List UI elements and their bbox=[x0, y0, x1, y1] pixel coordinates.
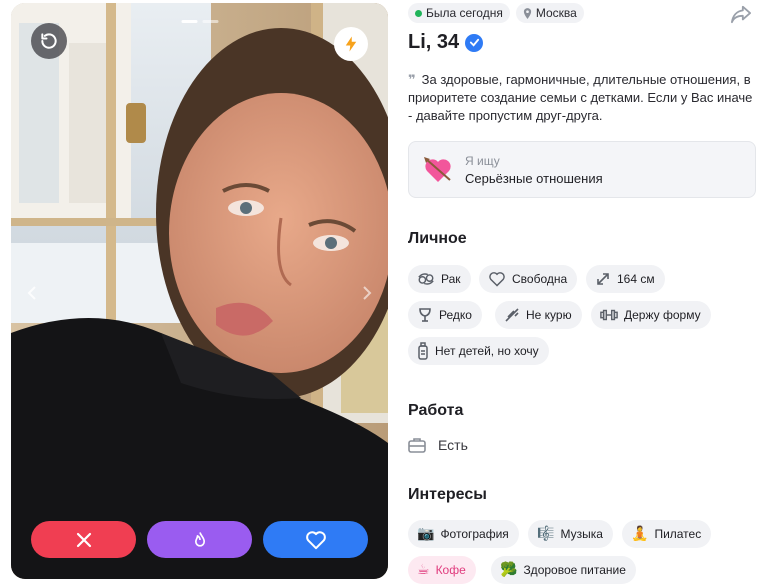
personal-chip-height: 164 см bbox=[586, 265, 665, 293]
personal-chip-drinking: Редко bbox=[408, 301, 482, 329]
height-arrows-icon bbox=[597, 273, 609, 285]
interest-chip-photography: 📷 Фотография bbox=[408, 520, 519, 548]
briefcase-icon bbox=[408, 438, 426, 453]
share-icon[interactable] bbox=[730, 4, 752, 24]
heart-icon bbox=[305, 530, 326, 549]
music-score-icon: 🎼 bbox=[537, 526, 555, 542]
heart-outline-icon bbox=[489, 272, 505, 287]
coffee-icon: ☕ bbox=[417, 562, 430, 578]
seeking-card: Я ищу Серьёзные отношения bbox=[408, 141, 756, 198]
broccoli-icon: 🥦 bbox=[500, 562, 518, 578]
profile-photo bbox=[11, 3, 388, 579]
no-smoking-icon bbox=[505, 308, 519, 322]
quote-icon: ❞ bbox=[408, 72, 416, 87]
close-icon bbox=[76, 532, 91, 547]
photo-progress-indicator bbox=[181, 20, 218, 23]
dumbbell-icon bbox=[600, 309, 618, 321]
personal-section-title: Личное bbox=[408, 230, 467, 247]
flame-icon bbox=[194, 531, 205, 547]
personal-chip-zodiac: Рак bbox=[408, 265, 471, 293]
baby-bottle-icon bbox=[418, 342, 428, 360]
city-text: Москва bbox=[535, 6, 577, 20]
progress-segment bbox=[202, 20, 218, 23]
seeking-value: Серьёзные отношения bbox=[465, 170, 603, 186]
name-row: Li, 34 bbox=[408, 31, 484, 54]
location-pin-icon bbox=[523, 7, 531, 19]
dislike-button[interactable] bbox=[31, 521, 136, 558]
profile-name-age: Li, 34 bbox=[408, 31, 460, 53]
boost-button[interactable] bbox=[334, 27, 368, 61]
interest-chip-healthy-food: 🥦 Здоровое питание bbox=[491, 556, 636, 584]
work-value: Есть bbox=[438, 437, 468, 453]
seeking-label: Я ищу bbox=[465, 153, 500, 168]
bio-text: За здоровые, гармоничные, длительные отн… bbox=[408, 72, 753, 123]
interest-chip-coffee: ☕ Кофе bbox=[408, 556, 476, 584]
zodiac-icon bbox=[418, 273, 434, 285]
interests-section-title: Интересы bbox=[408, 486, 487, 503]
heart-arrow-icon bbox=[424, 156, 451, 182]
yoga-icon: 🧘 bbox=[631, 526, 649, 542]
interest-chip-pilates: 🧘 Пилатес bbox=[622, 520, 712, 548]
like-button[interactable] bbox=[263, 521, 368, 558]
undo-button[interactable] bbox=[31, 23, 67, 59]
profile-bio: ❞ За здоровые, гармоничные, длительные от… bbox=[408, 71, 758, 125]
chevron-right-icon bbox=[363, 286, 372, 300]
superlike-button[interactable] bbox=[147, 521, 252, 558]
last-seen-text: Была сегодня bbox=[426, 6, 503, 20]
personal-chip-status: Свободна bbox=[479, 265, 578, 293]
progress-segment bbox=[181, 20, 197, 23]
city-badge: Москва bbox=[515, 3, 584, 23]
work-row: Есть bbox=[408, 437, 468, 453]
work-section-title: Работа bbox=[408, 402, 464, 419]
personal-chip-smoking: Не курю bbox=[495, 301, 582, 329]
camera-icon: 📷 bbox=[417, 526, 435, 542]
interest-chip-music: 🎼 Музыка bbox=[528, 520, 613, 548]
previous-photo-button[interactable] bbox=[25, 283, 39, 303]
undo-icon bbox=[41, 33, 57, 49]
personal-chip-children: Нет детей, но хочу bbox=[408, 337, 549, 365]
lightning-icon bbox=[345, 36, 357, 52]
chevron-left-icon bbox=[27, 286, 36, 300]
verified-badge-icon bbox=[465, 33, 484, 52]
next-photo-button[interactable] bbox=[360, 283, 374, 303]
status-row: Была сегодня Москва bbox=[408, 3, 584, 23]
personal-chip-fitness: Держу форму bbox=[591, 301, 711, 329]
profile-photo-card[interactable] bbox=[11, 3, 388, 579]
online-dot-icon bbox=[415, 9, 422, 17]
wine-glass-icon bbox=[419, 308, 431, 322]
last-seen-badge: Была сегодня bbox=[408, 3, 510, 23]
